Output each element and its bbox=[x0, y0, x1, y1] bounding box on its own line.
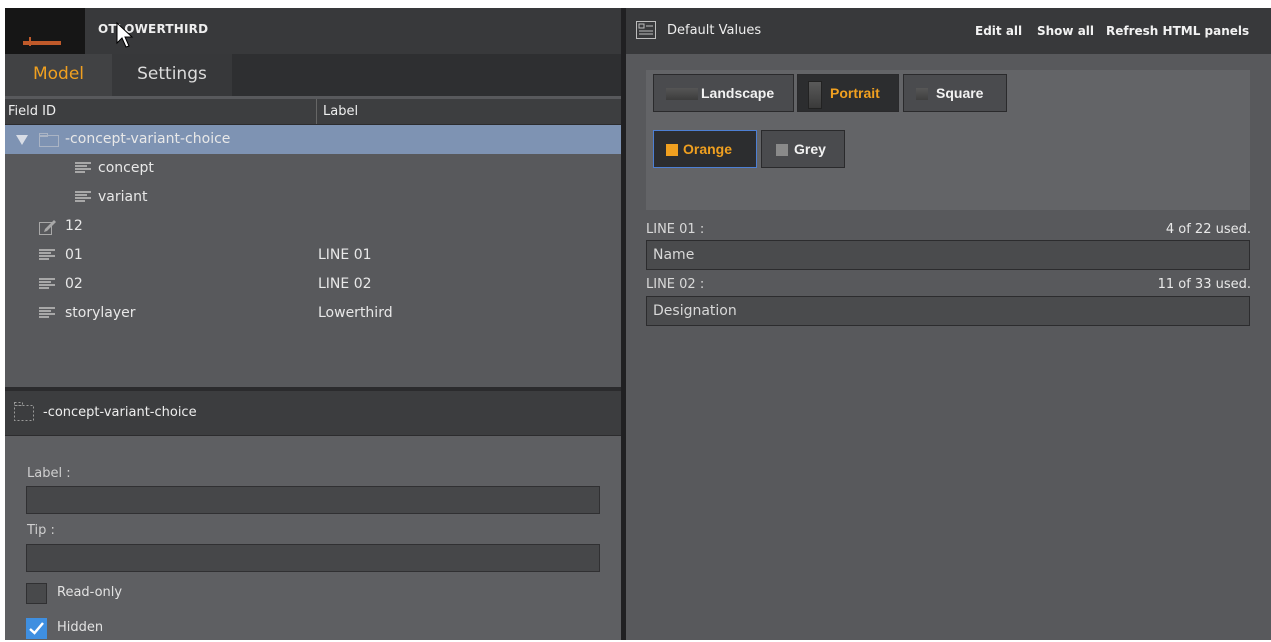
orange-label: Orange bbox=[683, 141, 733, 157]
tree-row-01[interactable]: 01 LINE 01 bbox=[5, 241, 621, 270]
readonly-label: Read-only bbox=[57, 585, 123, 600]
hidden-checkbox[interactable] bbox=[26, 618, 47, 639]
label-input[interactable] bbox=[26, 486, 600, 514]
column-header-label[interactable]: Label bbox=[316, 99, 628, 124]
orange-button[interactable]: Orange bbox=[653, 130, 757, 168]
tree-row-variant[interactable]: variant bbox=[5, 183, 621, 212]
landscape-swatch-icon bbox=[666, 88, 698, 100]
folder-outline-icon bbox=[14, 402, 34, 421]
landscape-label: Landscape bbox=[701, 85, 775, 101]
text-field-icon bbox=[39, 307, 55, 319]
show-all-link[interactable]: Show all bbox=[1037, 24, 1094, 38]
field-tree: -concept-variant-choice concept variant … bbox=[5, 125, 621, 387]
portrait-label: Portrait bbox=[830, 85, 880, 101]
square-button[interactable]: Square bbox=[903, 74, 1007, 112]
label-caption: Label : bbox=[27, 466, 71, 481]
tip-input[interactable] bbox=[26, 544, 600, 572]
model-tabs: Model Settings bbox=[5, 54, 621, 96]
text-field-icon bbox=[39, 278, 55, 290]
tree-row-label: LINE 02 bbox=[318, 276, 372, 292]
html-panel: Landscape Portrait Square Orange Grey bbox=[646, 70, 1250, 210]
tree-row-concept-variant-choice[interactable]: -concept-variant-choice bbox=[5, 125, 621, 154]
tree-row-concept[interactable]: concept bbox=[5, 154, 621, 183]
square-label: Square bbox=[936, 85, 984, 101]
properties-header: -concept-variant-choice bbox=[5, 391, 621, 436]
template-titlebar: OTLOWERTHIRD bbox=[5, 8, 621, 54]
form-icon bbox=[636, 21, 656, 39]
field-grid-header: Field ID Label bbox=[5, 99, 621, 125]
tab-settings[interactable]: Settings bbox=[112, 54, 232, 96]
tree-row-name: 12 bbox=[65, 218, 83, 234]
grey-button[interactable]: Grey bbox=[761, 130, 845, 168]
line01-counter: 4 of 22 used. bbox=[1165, 222, 1251, 237]
folder-icon bbox=[39, 133, 59, 147]
tree-row-02[interactable]: 02 LINE 02 bbox=[5, 270, 621, 299]
tab-model[interactable]: Model bbox=[5, 54, 112, 96]
mouse-cursor-icon bbox=[116, 22, 134, 48]
text-field-icon bbox=[75, 162, 91, 174]
text-field-icon bbox=[75, 191, 91, 203]
properties-title: -concept-variant-choice bbox=[43, 405, 197, 420]
readonly-checkbox[interactable] bbox=[26, 583, 47, 604]
logo-mark-tick bbox=[29, 37, 31, 46]
line01-caption: LINE 01 : bbox=[646, 222, 705, 237]
refresh-html-panels-link[interactable]: Refresh HTML panels bbox=[1106, 24, 1249, 38]
default-values-title: Default Values bbox=[667, 23, 762, 38]
orange-swatch-icon bbox=[666, 144, 678, 156]
model-panel: OTLOWERTHIRD Model Settings Field ID Lab… bbox=[5, 8, 621, 640]
edit-icon bbox=[39, 220, 56, 235]
line01-input[interactable]: Name bbox=[646, 240, 1250, 270]
tree-row-name: concept bbox=[98, 160, 154, 176]
grey-swatch-icon bbox=[776, 144, 788, 156]
edit-all-link[interactable]: Edit all bbox=[975, 24, 1022, 38]
tree-row-name: storylayer bbox=[65, 305, 136, 321]
checkmark-icon bbox=[29, 622, 44, 635]
grey-label: Grey bbox=[794, 141, 826, 157]
square-swatch-icon bbox=[916, 88, 928, 100]
line02-input[interactable]: Designation bbox=[646, 296, 1250, 326]
tree-row-name: 01 bbox=[65, 247, 83, 263]
portrait-button[interactable]: Portrait bbox=[797, 74, 899, 112]
app-window: OTLOWERTHIRD Model Settings Field ID Lab… bbox=[5, 8, 1271, 640]
portrait-swatch-icon bbox=[808, 81, 822, 109]
hidden-label: Hidden bbox=[57, 620, 104, 635]
properties-form: Label : Tip : Read-only Hidden bbox=[5, 436, 621, 640]
tree-row-label: LINE 01 bbox=[318, 247, 372, 263]
landscape-button[interactable]: Landscape bbox=[653, 74, 794, 112]
tree-row-name: 02 bbox=[65, 276, 83, 292]
tree-row-label: Lowerthird bbox=[318, 305, 393, 321]
tree-row-12[interactable]: 12 bbox=[5, 212, 621, 241]
tree-row-name: -concept-variant-choice bbox=[65, 131, 231, 147]
default-values-titlebar: Default Values Edit all Show all Refresh… bbox=[626, 8, 1271, 54]
column-header-field-id[interactable]: Field ID bbox=[8, 99, 56, 124]
default-values-panel: Default Values Edit all Show all Refresh… bbox=[626, 8, 1271, 640]
app-logo bbox=[5, 8, 85, 54]
line02-caption: LINE 02 : bbox=[646, 277, 705, 292]
text-field-icon bbox=[39, 249, 55, 261]
line02-counter: 11 of 33 used. bbox=[1157, 277, 1251, 292]
tree-row-storylayer[interactable]: storylayer Lowerthird bbox=[5, 299, 621, 328]
tree-row-name: variant bbox=[98, 189, 148, 205]
expand-triangle-icon[interactable] bbox=[16, 135, 28, 145]
tip-caption: Tip : bbox=[27, 523, 55, 538]
